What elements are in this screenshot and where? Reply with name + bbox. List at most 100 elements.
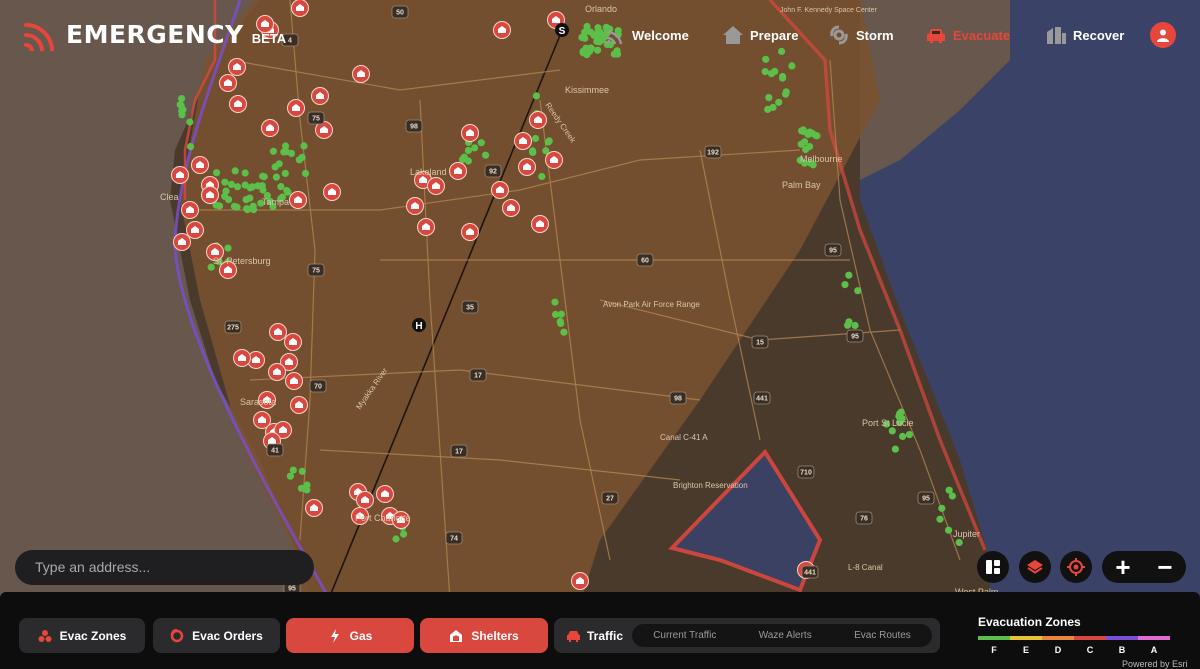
shelter-marker[interactable] bbox=[514, 132, 532, 150]
gas-station-dot[interactable] bbox=[224, 244, 232, 252]
gas-station-dot[interactable] bbox=[804, 130, 812, 138]
gas-station-dot[interactable] bbox=[854, 287, 862, 295]
gas-station-dot[interactable] bbox=[851, 321, 859, 330]
gas-station-dot[interactable] bbox=[531, 134, 540, 143]
gas-station-dot[interactable] bbox=[272, 173, 280, 181]
shelter-marker[interactable] bbox=[287, 99, 305, 117]
shelter-marker[interactable] bbox=[191, 156, 209, 174]
gas-station-dot[interactable] bbox=[477, 139, 485, 147]
shelter-marker[interactable] bbox=[305, 499, 323, 517]
traffic-option-current[interactable]: Current Traffic bbox=[653, 630, 716, 641]
shelter-marker[interactable] bbox=[356, 491, 374, 509]
gas-station-dot[interactable] bbox=[471, 144, 479, 152]
gas-station-dot[interactable] bbox=[779, 74, 787, 82]
zoom-out-button[interactable]: − bbox=[1144, 551, 1186, 583]
shelter-marker[interactable] bbox=[311, 87, 329, 105]
layout-button[interactable] bbox=[977, 551, 1009, 583]
shelter-marker[interactable] bbox=[219, 74, 237, 92]
shelter-marker[interactable] bbox=[531, 215, 549, 233]
gas-station-dot[interactable] bbox=[187, 143, 195, 151]
gas-station-dot[interactable] bbox=[233, 183, 242, 191]
gas-station-dot[interactable] bbox=[955, 538, 963, 547]
gas-station-dot[interactable] bbox=[298, 467, 306, 475]
gas-station-dot[interactable] bbox=[280, 148, 288, 156]
shelter-marker[interactable] bbox=[518, 158, 536, 176]
traffic-option-waze[interactable]: Waze Alerts bbox=[759, 630, 812, 641]
gas-station-dot[interactable] bbox=[246, 194, 254, 202]
zoom-in-button[interactable]: + bbox=[1102, 551, 1144, 583]
shelter-marker[interactable] bbox=[406, 197, 424, 215]
gas-station-dot[interactable] bbox=[464, 157, 472, 165]
shelter-marker[interactable] bbox=[529, 111, 547, 129]
shelter-marker[interactable] bbox=[461, 124, 479, 142]
gas-station-dot[interactable] bbox=[400, 530, 408, 538]
gas-station-dot[interactable] bbox=[260, 173, 268, 181]
gas-station-dot[interactable] bbox=[269, 147, 277, 155]
storm-marker-h[interactable]: H bbox=[412, 318, 426, 332]
gas-station-dot[interactable] bbox=[938, 504, 946, 512]
gas-station-dot[interactable] bbox=[888, 427, 896, 435]
shelter-marker[interactable] bbox=[269, 323, 287, 341]
shelter-marker[interactable] bbox=[376, 485, 394, 503]
gas-station-dot[interactable] bbox=[845, 318, 853, 326]
shelters-button[interactable]: Shelters bbox=[420, 618, 548, 653]
nav-storm[interactable]: Storm bbox=[828, 22, 894, 48]
shelter-marker[interactable] bbox=[502, 199, 520, 217]
gas-station-dot[interactable] bbox=[283, 187, 291, 195]
gas-station-dot[interactable] bbox=[905, 431, 914, 439]
shelter-marker[interactable] bbox=[171, 166, 189, 184]
gas-station-dot[interactable] bbox=[243, 206, 251, 214]
gas-station-dot[interactable] bbox=[775, 98, 783, 106]
gas-station-dot[interactable] bbox=[289, 466, 297, 474]
gas-station-dot[interactable] bbox=[806, 143, 814, 151]
gas-station-dot[interactable] bbox=[231, 167, 239, 175]
gas-station-dot[interactable] bbox=[186, 118, 194, 126]
gas-station-dot[interactable] bbox=[899, 432, 907, 440]
gas-station-dot[interactable] bbox=[529, 147, 537, 155]
shelter-marker[interactable] bbox=[290, 396, 308, 414]
shelter-marker[interactable] bbox=[427, 177, 445, 195]
shelter-marker[interactable] bbox=[229, 95, 247, 113]
shelter-marker[interactable] bbox=[181, 201, 199, 219]
gas-station-dot[interactable] bbox=[254, 182, 262, 190]
gas-station-dot[interactable] bbox=[300, 142, 308, 150]
gas-station-dot[interactable] bbox=[538, 172, 546, 181]
shelter-marker[interactable] bbox=[173, 233, 191, 251]
gas-station-dot[interactable] bbox=[896, 410, 904, 418]
gas-station-dot[interactable] bbox=[767, 70, 776, 78]
gas-station-dot[interactable] bbox=[845, 271, 853, 279]
gas-station-dot[interactable] bbox=[225, 196, 233, 204]
locate-button[interactable] bbox=[1060, 551, 1092, 583]
shelter-marker[interactable] bbox=[545, 151, 563, 169]
gas-station-dot[interactable] bbox=[392, 535, 400, 543]
layers-button[interactable] bbox=[1019, 551, 1051, 583]
gas-station-dot[interactable] bbox=[945, 526, 953, 534]
gas-station-dot[interactable] bbox=[277, 183, 285, 191]
address-search-input[interactable] bbox=[15, 550, 314, 585]
gas-station-dot[interactable] bbox=[764, 105, 772, 113]
gas-station-dot[interactable] bbox=[841, 281, 849, 289]
nav-welcome[interactable]: Welcome bbox=[604, 22, 689, 48]
gas-station-dot[interactable] bbox=[557, 310, 565, 318]
shelter-marker[interactable] bbox=[284, 333, 302, 351]
shelter-marker[interactable] bbox=[571, 572, 589, 590]
gas-station-dot[interactable] bbox=[482, 151, 490, 159]
shelter-marker[interactable] bbox=[233, 349, 251, 367]
shelter-marker[interactable] bbox=[449, 162, 467, 180]
gas-station-dot[interactable] bbox=[286, 472, 294, 480]
shelter-marker[interactable] bbox=[285, 372, 303, 390]
gas-station-dot[interactable] bbox=[221, 178, 229, 186]
gas-station-dot[interactable] bbox=[213, 169, 221, 177]
shelter-marker[interactable] bbox=[491, 181, 509, 199]
user-avatar[interactable] bbox=[1150, 22, 1176, 48]
evac-zones-button[interactable]: Evac Zones bbox=[19, 618, 145, 653]
gas-station-dot[interactable] bbox=[250, 206, 258, 214]
gas-station-dot[interactable] bbox=[948, 492, 957, 500]
gas-station-dot[interactable] bbox=[241, 169, 249, 177]
gas-station-dot[interactable] bbox=[556, 317, 564, 325]
gas-station-dot[interactable] bbox=[464, 146, 472, 155]
gas-station-dot[interactable] bbox=[560, 328, 568, 336]
gas-station-dot[interactable] bbox=[551, 298, 559, 306]
shelter-marker[interactable] bbox=[289, 191, 307, 209]
evac-orders-button[interactable]: Evac Orders bbox=[153, 618, 280, 653]
